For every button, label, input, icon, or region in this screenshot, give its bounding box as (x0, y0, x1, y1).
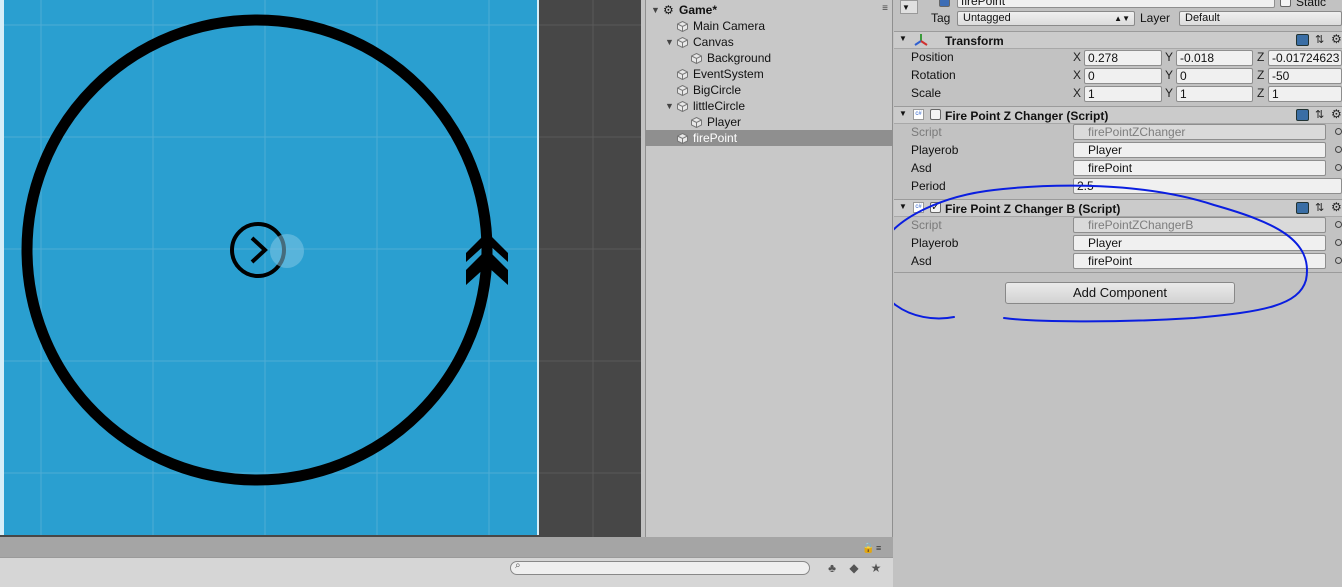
hierarchy-item-label: firePoint (693, 131, 738, 145)
gameobject-cube-icon (677, 68, 688, 81)
hierarchy-item-label: EventSystem (693, 67, 764, 81)
scene-grid-and-objects (4, 0, 641, 537)
scene-view[interactable] (0, 0, 641, 537)
hierarchy-panel: ▼ ⚙ Game* ≡ Main Camera ▼ Canvas Background… (645, 0, 893, 537)
hierarchy-item[interactable]: Main Camera (646, 18, 892, 34)
scene-grid (4, 0, 537, 535)
gameobject-cube-icon (677, 84, 688, 97)
hierarchy-item-label: littleCircle (693, 99, 746, 113)
gameobject-cube-icon (691, 116, 702, 129)
hierarchy-item-label: BigCircle (693, 83, 742, 97)
gameobject-cube-icon (677, 100, 688, 113)
filter-by-label-icon[interactable]: ◆ (844, 559, 864, 577)
hierarchy-item-label: Canvas (693, 35, 734, 49)
hierarchy-item[interactable]: Player (646, 114, 892, 130)
panel-divider (0, 537, 893, 557)
gameobject-cube-icon (677, 132, 688, 145)
inspector-panel: ▼ firePoint Static Tag Untagged ▲▼ Layer … (894, 0, 1342, 587)
search-icon: ⌕ (515, 560, 521, 571)
hierarchy-item[interactable]: BigCircle (646, 82, 892, 98)
lock-icon[interactable]: 🔒 (862, 543, 874, 554)
gameobject-cube-icon (677, 20, 688, 33)
scene-grid-dark (539, 0, 641, 537)
hierarchy-item[interactable]: ▼ Canvas (646, 34, 892, 50)
expand-arrow-icon[interactable]: ▼ (665, 34, 674, 50)
project-search-input[interactable]: ⌕ (510, 560, 810, 575)
expand-arrow-icon[interactable]: ▼ (651, 2, 660, 18)
annotation-ink-scribble (894, 184, 1309, 323)
hierarchy-menu-icon[interactable]: ≡ (882, 3, 888, 14)
scene-title: Game* (679, 3, 718, 17)
hierarchy-item[interactable]: EventSystem (646, 66, 892, 82)
gameobject-cube-icon (677, 36, 688, 49)
project-toolbar: ⌕ ♣ ◆ ★ (0, 557, 893, 587)
hierarchy-item[interactable]: firePoint (646, 130, 892, 146)
panel-menu-icon[interactable]: ≡ (876, 543, 881, 553)
unity-logo-icon: ⚙ (663, 3, 674, 17)
filter-by-type-icon[interactable]: ♣ (822, 559, 842, 577)
favorites-star-icon[interactable]: ★ (866, 559, 886, 577)
player-chevron-icon[interactable] (250, 236, 268, 264)
hierarchy-item-label: Main Camera (693, 19, 766, 33)
big-circle[interactable] (21, 14, 493, 486)
hierarchy-item[interactable]: Background (646, 50, 892, 66)
scene-root[interactable]: ▼ ⚙ Game* (646, 2, 892, 18)
hierarchy-item-label: Background (707, 51, 772, 65)
gameobject-cube-icon (691, 52, 702, 65)
expand-arrow-icon[interactable]: ▼ (665, 98, 674, 114)
hierarchy-item[interactable]: ▼ littleCircle (646, 98, 892, 114)
fire-point-marker[interactable] (270, 234, 304, 268)
hierarchy-item-label: Player (707, 115, 742, 129)
